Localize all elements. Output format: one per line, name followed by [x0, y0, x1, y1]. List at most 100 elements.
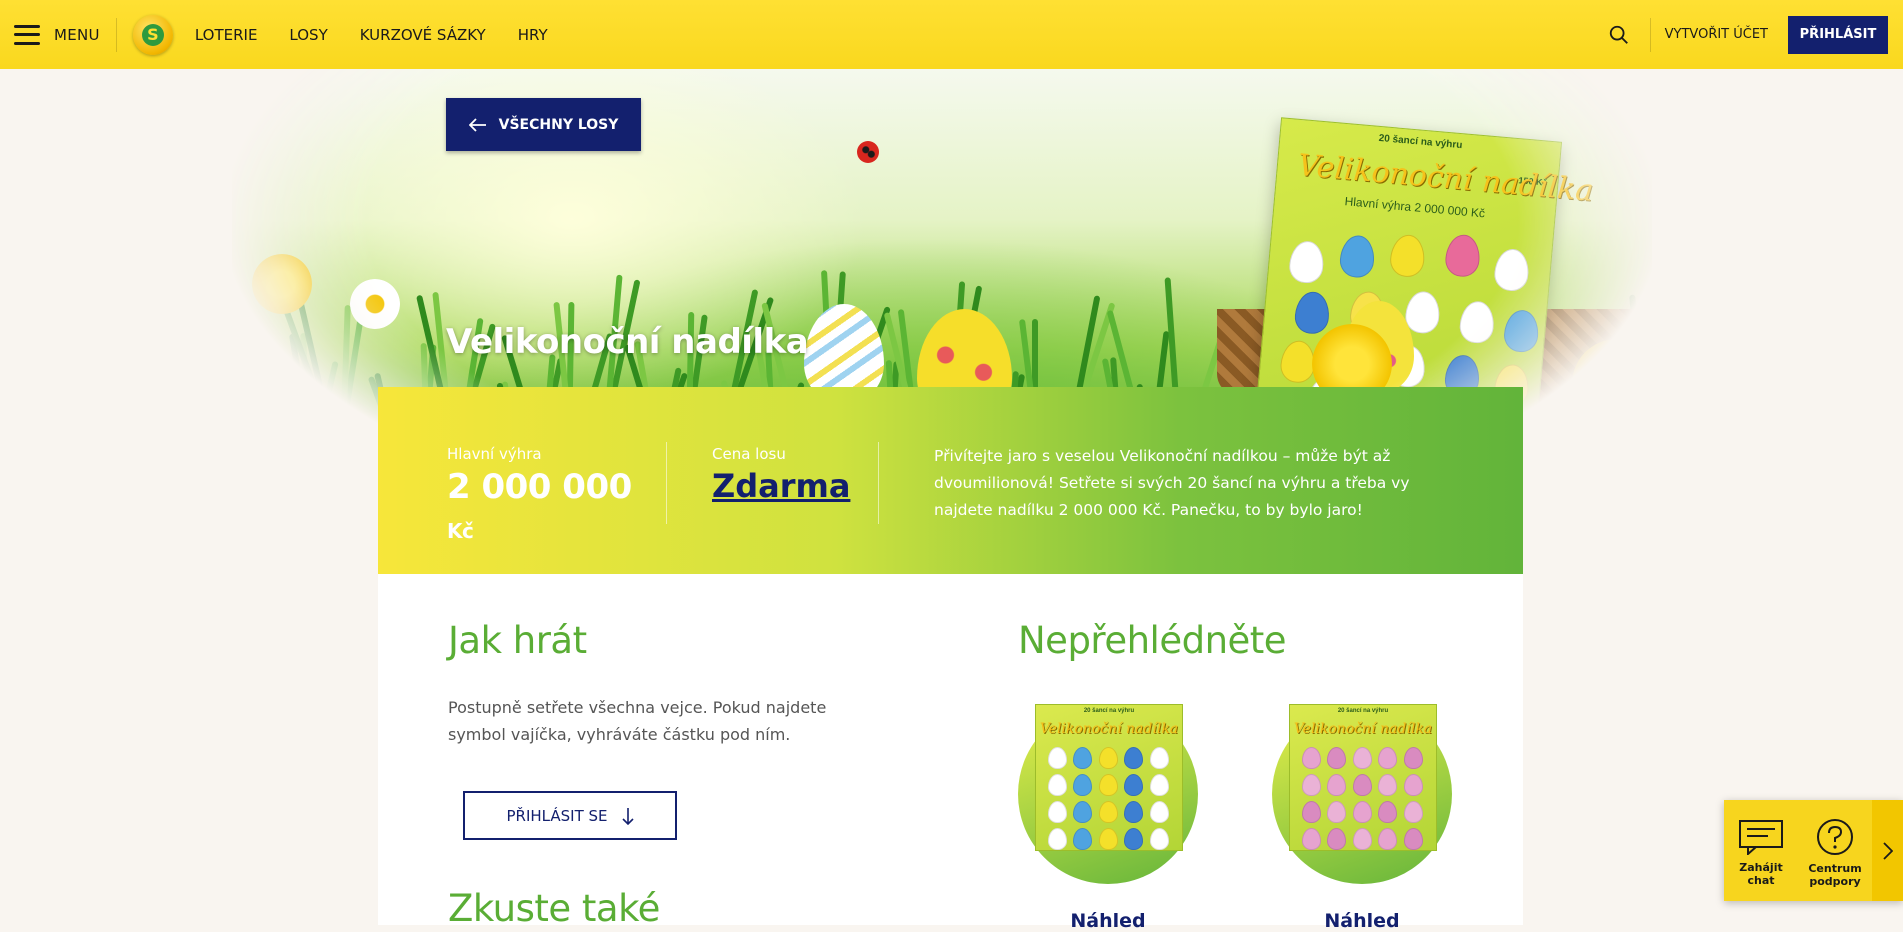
question-icon	[1817, 818, 1853, 855]
help-widget: Zahájit chat Centrum podpory	[1724, 800, 1903, 901]
egg-decoration	[1338, 234, 1377, 279]
main-prize-value: 2 000 000 Kč	[447, 467, 632, 543]
egg-decoration	[1149, 828, 1169, 850]
chat-icon	[1739, 819, 1783, 855]
search-icon[interactable]	[1608, 24, 1630, 46]
egg-decoration	[1149, 801, 1169, 823]
main-prize-block: Hlavní výhra 2 000 000 Kč	[447, 387, 647, 574]
egg-decoration	[1098, 828, 1118, 850]
dandelion-decoration	[1572, 339, 1652, 429]
egg-decoration	[1048, 774, 1067, 796]
hamburger-icon	[14, 24, 40, 45]
how-to-play-heading: Jak hrát	[448, 619, 587, 662]
egg-decoration	[1378, 774, 1398, 796]
egg-decoration	[1378, 747, 1398, 769]
card-preview-label[interactable]: Náhled	[1272, 910, 1452, 932]
info-divider	[666, 442, 667, 524]
egg-decoration	[1287, 239, 1326, 285]
login-button[interactable]: PŘIHLÁSIT	[1788, 15, 1888, 54]
main-nav: LOTERIE LOSY KURZOVÉ SÁZKY HRY	[195, 26, 580, 44]
egg-decoration	[1124, 747, 1144, 769]
egg-decoration	[1293, 290, 1331, 336]
arrow-left-icon	[468, 117, 486, 132]
info-divider	[878, 442, 879, 524]
egg-decoration	[1048, 747, 1067, 769]
egg-decoration	[1352, 747, 1372, 769]
logo[interactable]: S	[132, 14, 173, 55]
login-to-play-label: PŘIHLÁSIT SE	[506, 806, 608, 825]
card-ticket-name: Velikonoční nadílka	[1293, 721, 1433, 737]
egg-decoration	[1352, 801, 1372, 823]
top-header: MENU S LOTERIE LOSY KURZOVÉ SÁZKY HRY VY…	[0, 0, 1903, 69]
egg-decoration	[1403, 747, 1423, 769]
egg-decoration	[1048, 828, 1067, 850]
card-ticket-name: Velikonoční nadílka	[1039, 721, 1179, 737]
menu-button[interactable]: MENU	[14, 24, 100, 45]
header-actions: VYTVOŘIT ÚČET PŘIHLÁSIT	[1608, 15, 1903, 54]
egg-decoration	[1073, 828, 1093, 850]
create-account-link[interactable]: VYTVOŘIT ÚČET	[1649, 17, 1782, 52]
egg-decoration	[1302, 747, 1321, 769]
main-prize-label: Hlavní výhra	[447, 445, 542, 463]
how-to-play-text: Postupně setřete všechna vejce. Pokud na…	[448, 698, 827, 744]
arrow-down-icon	[621, 807, 634, 825]
egg-decoration	[1073, 801, 1093, 823]
nav-item-losy[interactable]: LOSY	[289, 26, 327, 44]
egg-decoration	[1443, 233, 1482, 279]
ladybug-decoration	[857, 141, 879, 163]
egg-decoration	[1352, 774, 1372, 796]
egg-decoration	[1378, 801, 1398, 823]
egg-decoration	[1327, 774, 1347, 796]
egg-decoration	[1073, 747, 1093, 769]
main-content: Jak hrát Postupně setřete všechna vejce.…	[378, 574, 1523, 932]
nav-item-kurzove-sazky[interactable]: KURZOVÉ SÁZKY	[360, 26, 486, 44]
price-value-link[interactable]: Zdarma	[712, 467, 892, 505]
egg-decoration	[1302, 801, 1321, 823]
support-center-label: Centrum podpory	[1808, 861, 1862, 888]
card-ticket-image: 20 šancí na výhru Velikonoční nadílka	[1035, 704, 1183, 851]
ticket-card[interactable]: 20 šancí na výhru Velikonoční nadílka Ná…	[1272, 704, 1452, 932]
card-preview-label[interactable]: Náhled	[1018, 910, 1198, 932]
card-ticket-top: 20 šancí na výhru	[1337, 708, 1389, 714]
egg-decoration	[1458, 299, 1496, 345]
egg-decoration	[1073, 774, 1093, 796]
support-center-button[interactable]: Centrum podpory	[1805, 818, 1865, 888]
menu-label: MENU	[54, 25, 100, 44]
ticket-info-band: Hlavní výhra 2 000 000 Kč Cena losu Zdar…	[378, 387, 1523, 574]
page-title: Velikonoční nadílka	[446, 322, 809, 362]
egg-decoration	[1403, 801, 1423, 823]
egg-decoration	[1098, 774, 1118, 796]
header-divider	[115, 17, 117, 52]
egg-decoration	[1492, 247, 1531, 293]
egg-decoration	[1149, 747, 1169, 769]
price-block: Cena losu Zdarma	[712, 387, 892, 574]
start-chat-label: Zahájit chat	[1739, 860, 1783, 887]
chevron-right-icon	[1882, 841, 1893, 860]
egg-decoration	[1403, 828, 1423, 850]
egg-decoration	[1302, 774, 1321, 796]
egg-decoration	[1098, 747, 1118, 769]
all-tickets-back-button[interactable]: VŠECHNY LOSY	[446, 98, 641, 151]
egg-decoration	[1388, 233, 1427, 279]
try-also-heading: Zkuste také	[448, 887, 660, 930]
card-ticket-top: 20 šancí na výhru	[1083, 708, 1135, 714]
egg-decoration	[1048, 801, 1067, 823]
help-widget-toggle[interactable]	[1872, 800, 1903, 901]
nav-item-loterie[interactable]: LOTERIE	[195, 26, 258, 44]
back-button-label: VŠECHNY LOSY	[498, 116, 619, 133]
card-ticket-image: 20 šancí na výhru Velikonoční nadílka	[1289, 704, 1437, 851]
egg-decoration	[1124, 774, 1144, 796]
egg-decoration	[1124, 828, 1144, 850]
start-chat-button[interactable]: Zahájit chat	[1731, 819, 1791, 887]
egg-decoration	[1352, 828, 1372, 850]
nav-item-hry[interactable]: HRY	[518, 26, 548, 44]
egg-decoration	[1403, 289, 1442, 335]
daisy-decoration	[350, 279, 400, 329]
egg-decoration	[1149, 774, 1169, 796]
login-to-play-button[interactable]: PŘIHLÁSIT SE	[463, 791, 677, 840]
ticket-card[interactable]: 20 šancí na výhru Velikonoční nadílka Ná…	[1018, 704, 1198, 932]
egg-decoration	[1302, 828, 1321, 850]
egg-decoration	[1403, 774, 1423, 796]
egg-decoration	[1327, 828, 1347, 850]
price-label: Cena losu	[712, 445, 786, 463]
